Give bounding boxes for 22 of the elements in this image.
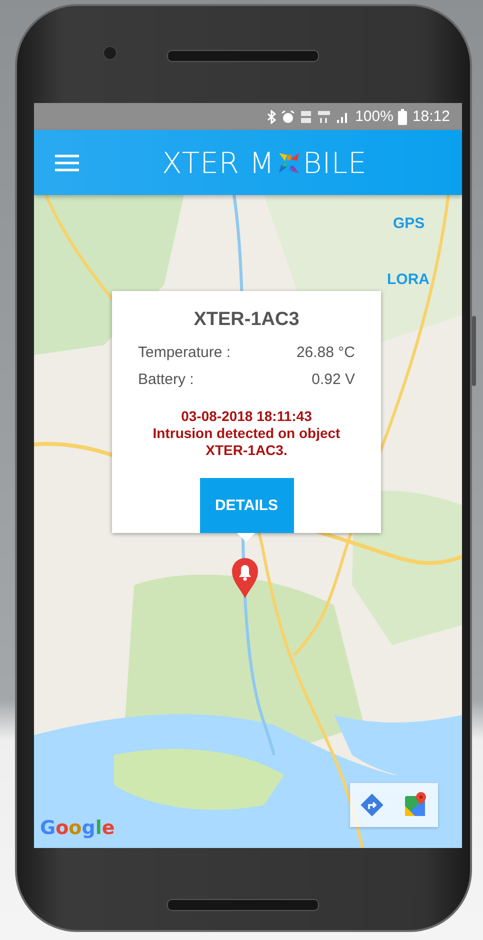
battery-icon (398, 108, 408, 124)
maps-icon (404, 792, 428, 818)
alert-time: 03-08-2018 18:11:43 (180, 408, 313, 426)
camera-lens (103, 46, 117, 60)
reading-label: Battery : (138, 370, 194, 390)
alarm-marker-icon[interactable] (231, 557, 259, 599)
reading-value: 26.88 °C (296, 344, 355, 363)
menu-icon (55, 154, 79, 172)
map-layer-toggle[interactable]: LORA (387, 271, 430, 288)
reading-value: 0.92 V (312, 370, 355, 390)
map-attribution: Google (40, 817, 115, 839)
battery-percent: 100% (355, 108, 394, 125)
bluetooth-icon (267, 110, 276, 124)
details-button[interactable]: DETAILS (200, 478, 294, 533)
alarm-icon (281, 110, 296, 124)
reading-label: Temperature : (138, 344, 231, 363)
clock: 18:12 (412, 108, 450, 125)
device-title: XTER-1AC3 (194, 309, 300, 331)
map-layer-toggle[interactable]: GPS (393, 215, 425, 232)
app-title-start: XTER M (162, 146, 275, 180)
app-title-end: BILE (302, 146, 367, 180)
alert-message: Intrusion detected on object XTER-1AC3. (152, 425, 342, 460)
